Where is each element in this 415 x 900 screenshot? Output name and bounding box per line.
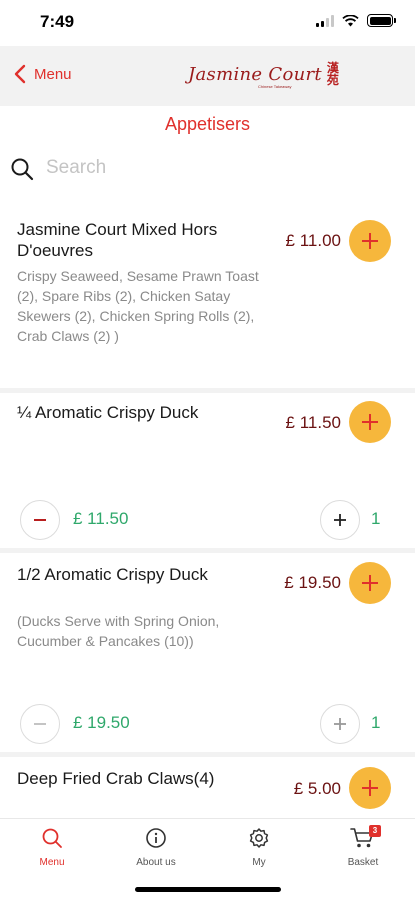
increase-quantity-button[interactable] — [320, 704, 360, 744]
tab-bar: Menu About us My 3 Basket — [0, 818, 415, 900]
tab-label: Menu — [39, 857, 65, 868]
plus-icon — [334, 514, 346, 526]
item-price: £ 11.00 — [285, 231, 341, 250]
add-to-basket-button[interactable] — [349, 401, 391, 443]
decrease-quantity-button[interactable] — [20, 500, 60, 540]
item-description: (Ducks Serve with Spring Onion, Cucumber… — [17, 613, 220, 649]
item-price: £ 11.50 — [285, 413, 341, 432]
item-name: ¼ Aromatic Crispy Duck — [17, 403, 199, 422]
basket-line-price: £ 19.50 — [73, 713, 130, 732]
menu-item: ¼ Aromatic Crispy Duck £ 11.50 £ 11.50 1 — [0, 393, 415, 548]
basket-line-price: £ 11.50 — [73, 509, 129, 528]
chevron-left-icon — [14, 64, 26, 84]
page-title: Appetisers — [164, 114, 251, 134]
quantity-value: 1 — [371, 509, 381, 528]
status-time: 7:49 — [40, 12, 75, 31]
tab-basket[interactable]: 3 Basket — [323, 825, 403, 868]
plus-icon — [362, 780, 378, 796]
item-price: £ 5.00 — [293, 779, 341, 798]
basket-quantity-row: £ 11.50 1 — [0, 500, 415, 540]
item-name: Jasmine Court Mixed Hors D'oeuvres — [17, 220, 218, 260]
back-button[interactable]: Menu — [14, 64, 72, 84]
decrease-quantity-button[interactable] — [20, 704, 60, 744]
basket-quantity-row: £ 19.50 1 — [0, 704, 415, 744]
add-to-basket-button[interactable] — [349, 562, 391, 604]
menu-item: Jasmine Court Mixed Hors D'oeuvres Crisp… — [0, 205, 415, 388]
tab-label: About us — [136, 857, 176, 868]
tab-menu[interactable]: Menu — [12, 827, 92, 868]
plus-icon — [334, 718, 346, 730]
basket-count-badge: 3 — [369, 825, 381, 837]
search-bar — [0, 150, 415, 188]
home-indicator — [135, 887, 281, 892]
status-icons — [316, 14, 396, 27]
minus-icon — [34, 723, 46, 725]
logo-subtitle: Chinese Takeaway — [258, 84, 292, 89]
search-icon — [42, 828, 62, 848]
gear-icon — [249, 828, 269, 848]
restaurant-logo: Jasmine Court 漢 苑 — [188, 62, 340, 86]
item-name: Deep Fried Crab Claws(4) — [17, 769, 215, 788]
menu-item: Deep Fried Crab Claws(4) £ 5.00 — [0, 757, 415, 818]
search-input[interactable] — [46, 154, 386, 182]
item-description: Crispy Seaweed, Sesame Prawn Toast (2), … — [17, 268, 259, 344]
tab-about-us[interactable]: About us — [116, 827, 196, 868]
tab-label: Basket — [347, 857, 379, 868]
minus-icon — [34, 519, 46, 521]
quantity-value: 1 — [371, 713, 381, 732]
logo-text: Jasmine Court — [188, 63, 322, 85]
info-icon — [146, 828, 166, 848]
plus-icon — [362, 414, 378, 430]
item-price: £ 19.50 — [284, 573, 341, 592]
wifi-icon — [342, 14, 359, 26]
battery-icon — [367, 14, 396, 27]
plus-icon — [362, 575, 378, 591]
tab-label: My — [252, 857, 266, 868]
plus-icon — [362, 233, 378, 249]
increase-quantity-button[interactable] — [320, 500, 360, 540]
back-button-label: Menu — [34, 65, 72, 83]
search-icon — [11, 158, 34, 181]
add-to-basket-button[interactable] — [349, 220, 391, 262]
item-name: 1/2 Aromatic Crispy Duck — [17, 565, 208, 584]
menu-item: 1/2 Aromatic Crispy Duck (Ducks Serve wi… — [0, 553, 415, 752]
logo-seal: 漢 苑 — [326, 61, 339, 87]
navigation-bar: Menu Jasmine Court 漢 苑 Chinese Takeaway — [0, 46, 415, 106]
tab-my[interactable]: My — [219, 827, 299, 868]
status-bar: 7:49 — [0, 0, 415, 46]
add-to-basket-button[interactable] — [349, 767, 391, 809]
cellular-signal-icon — [316, 14, 334, 27]
